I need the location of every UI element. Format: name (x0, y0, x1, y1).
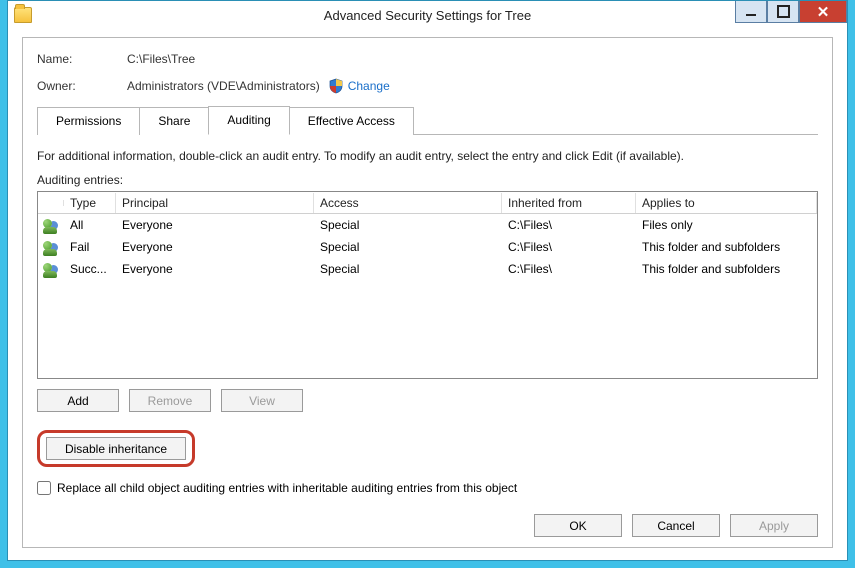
col-type[interactable]: Type (64, 193, 116, 213)
name-value: C:\Files\Tree (127, 52, 195, 66)
security-settings-window: Advanced Security Settings for Tree ✕ Na… (7, 0, 848, 561)
instructions-text: For additional information, double-click… (37, 149, 818, 163)
users-icon (43, 217, 59, 233)
replace-child-label: Replace all child object auditing entrie… (57, 481, 517, 495)
apply-button: Apply (730, 514, 818, 537)
owner-label: Owner: (37, 79, 127, 93)
cell-access: Special (314, 259, 502, 279)
users-icon (43, 239, 59, 255)
shield-icon (328, 78, 344, 94)
cell-inherited: C:\Files\ (502, 237, 636, 257)
owner-row: Owner: Administrators (VDE\Administrator… (37, 78, 818, 94)
maximize-button[interactable] (767, 1, 799, 23)
cell-principal: Everyone (116, 215, 314, 235)
cell-applies: Files only (636, 215, 817, 235)
table-row[interactable]: Fail Everyone Special C:\Files\ This fol… (38, 236, 817, 258)
cell-principal: Everyone (116, 237, 314, 257)
disable-inheritance-highlight: Disable inheritance (37, 430, 195, 467)
tab-permissions[interactable]: Permissions (37, 107, 140, 135)
minimize-button[interactable] (735, 1, 767, 23)
tab-strip: Permissions Share Auditing Effective Acc… (37, 106, 818, 135)
replace-child-checkbox[interactable] (37, 481, 51, 495)
cell-access: Special (314, 215, 502, 235)
name-label: Name: (37, 52, 127, 66)
name-row: Name: C:\Files\Tree (37, 52, 818, 66)
users-icon (43, 261, 59, 277)
dialog-footer-buttons: OK Cancel Apply (534, 514, 818, 537)
cell-access: Special (314, 237, 502, 257)
close-button[interactable]: ✕ (799, 1, 847, 23)
add-button[interactable]: Add (37, 389, 119, 412)
cell-type: Fail (64, 237, 116, 257)
window-title: Advanced Security Settings for Tree (8, 8, 847, 23)
remove-button: Remove (129, 389, 211, 412)
col-inherited[interactable]: Inherited from (502, 193, 636, 213)
titlebar[interactable]: Advanced Security Settings for Tree ✕ (8, 1, 847, 29)
cell-applies: This folder and subfolders (636, 259, 817, 279)
cell-type: Succ... (64, 259, 116, 279)
cell-applies: This folder and subfolders (636, 237, 817, 257)
window-controls: ✕ (735, 1, 847, 23)
entry-buttons: Add Remove View (37, 389, 818, 412)
disable-inheritance-button[interactable]: Disable inheritance (46, 437, 186, 460)
content-panel: Name: C:\Files\Tree Owner: Administrator… (22, 37, 833, 548)
col-applies[interactable]: Applies to (636, 193, 817, 213)
change-owner-link[interactable]: Change (348, 79, 390, 93)
ok-button[interactable]: OK (534, 514, 622, 537)
col-access[interactable]: Access (314, 193, 502, 213)
owner-value: Administrators (VDE\Administrators) (127, 79, 320, 93)
table-row[interactable]: Succ... Everyone Special C:\Files\ This … (38, 258, 817, 280)
cell-principal: Everyone (116, 259, 314, 279)
grid-header: Type Principal Access Inherited from App… (38, 192, 817, 214)
table-row[interactable]: All Everyone Special C:\Files\ Files onl… (38, 214, 817, 236)
col-principal[interactable]: Principal (116, 193, 314, 213)
auditing-grid[interactable]: Type Principal Access Inherited from App… (37, 191, 818, 379)
auditing-entries-label: Auditing entries: (37, 173, 818, 187)
cell-inherited: C:\Files\ (502, 215, 636, 235)
cell-inherited: C:\Files\ (502, 259, 636, 279)
cancel-button[interactable]: Cancel (632, 514, 720, 537)
tab-share[interactable]: Share (139, 107, 209, 135)
tab-auditing[interactable]: Auditing (208, 106, 289, 135)
tab-effective-access[interactable]: Effective Access (289, 107, 414, 135)
col-icon[interactable] (38, 200, 64, 206)
view-button: View (221, 389, 303, 412)
cell-type: All (64, 215, 116, 235)
replace-checkbox-row: Replace all child object auditing entrie… (37, 481, 818, 495)
